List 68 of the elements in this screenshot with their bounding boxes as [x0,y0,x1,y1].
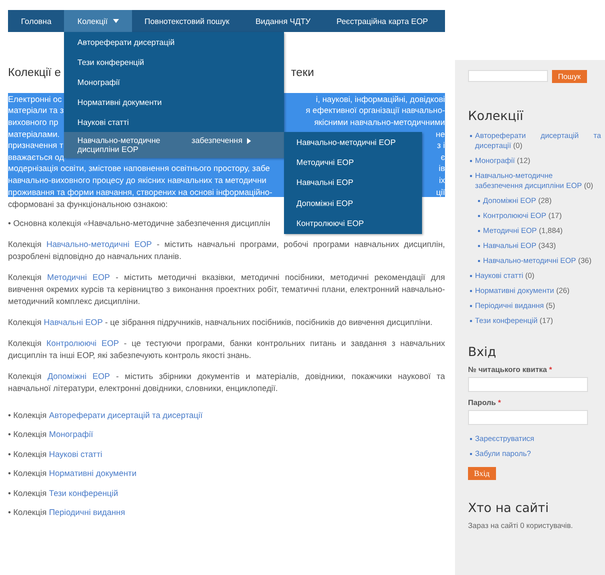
page-heading: теки [291,67,314,79]
paragraph-fragment: не [436,128,445,139]
paragraph-fragment: модернізація освіти, змістове наповнення освітнього простору, забе [8,163,270,174]
menu-item[interactable]: Нормативні документи [64,92,284,112]
paragraph-fragment: ів [438,163,445,174]
collection-link[interactable]: Контролюючі ЕОР [46,338,119,348]
nav-item[interactable]: Колекції [64,10,132,32]
login-button[interactable]: Вхід [468,467,496,480]
paragraph-fragment: матеріалами. [8,128,60,139]
section-heading: Колекції [468,108,524,123]
list-item: • Колекція Тези конференцій [8,486,120,499]
submenu-item[interactable]: Методичні ЕОР [284,152,422,173]
menu-item[interactable]: Навчально-методичне забезпечення дисципліни ЕОР [64,132,284,158]
list-item: • Основна колекція «Навчально-методичне забезпечення дисциплін [8,217,270,230]
paragraph-fragment: виховного пр [8,116,58,127]
submenu-item[interactable]: Навчально-методичні ЕОР [284,132,422,152]
paragraph-fragment: з і [437,140,445,150]
list-item: • Колекція Монографії [8,428,94,440]
nav-item[interactable]: Головна [8,10,64,32]
list-item: • Колекція Періодичні видання [8,506,126,518]
collection-link[interactable]: Наукові статті [48,448,102,459]
paragraph-fragment: навчально-виховного процесу до якісних навчальних та методични [8,174,266,185]
menu-item[interactable]: Наукові статті [64,112,284,132]
paragraph-fragment: і, наукові, інформаційні, довідкові [316,94,445,104]
collection-link[interactable]: Тези конференцій [48,488,118,498]
page-heading: Колекції е [8,67,61,79]
paragraph-fragment: проживання та форми навчання, створених на основі інформаційно- [8,186,272,197]
paragraph-fragment: вважається од [8,152,64,162]
submenu-item[interactable]: Навчальні ЕОР [284,172,422,194]
paragraph-fragment: матеріали та з [8,105,64,116]
input-field[interactable] [468,410,588,425]
collection-link[interactable]: Автореферати дисертацій та дисертації [48,410,203,420]
collection-link[interactable]: Періодичні видання [48,507,126,518]
paragraph-fragment: якісними навчально-методичними [314,116,445,127]
collection-link[interactable]: Методичні ЕОР [47,272,110,282]
nav-item[interactable]: Повнотекстовий пошук [132,10,242,32]
nav-item[interactable]: Реєстраційна карта ЕОР [323,10,442,32]
search-field[interactable] [468,70,548,82]
paragraph-fragment: ції [436,186,445,197]
paragraph: Колекція Допоміжні ЕОР - містить збірники документів и матеріалів, довідники, покажчики наукової та навчальної літератури, електронні довідники, словники, енциклопедії. [8,370,445,394]
menu-item[interactable]: Тези конференцій [64,52,284,72]
paragraph: сформовані за функціональною ознакою: [8,198,168,210]
paragraph: Колекція Методичні ЕОР - містить методичні вказівки, методичні посібники, методичні рекомендації для вивчення окремих курсів та керівництво з виконання проектних робіт, тематичні плани, електронний навчально-методичний комплекс дисципліни. [8,271,445,308]
collection-link[interactable]: Навчально-методичні ЕОР [46,239,152,250]
paragraph-fragment: я ефективної організації навчально- [306,105,445,116]
menu-item[interactable]: Автореферати дисертацій [64,32,284,52]
paragraph-fragment: призначення т [8,140,64,150]
list-item: • Колекція Автореферати дисертацій та дисертації [8,408,204,421]
collection-link[interactable]: Нормативні документи [48,468,136,478]
menu-item[interactable]: Монографії [64,72,284,92]
paragraph: Колекція Навчальні ЕОР - це зібрання підручників, навчальних посібників, посібників до вивчення дисципліни. [8,316,434,328]
collection-link[interactable]: Монографії [48,429,94,440]
paragraph: Колекція Контролюючі ЕОР - це тестуючи програми, банки контрольних питань и завдання з навчальних дисциплін та інші ЕОР, які забезпечують контроль якості знань. [8,337,445,362]
paragraph-fragment: іх [439,174,445,185]
nav-item[interactable]: Видання ЧДТУ [242,10,324,32]
arrow-right-icon [247,138,252,144]
collection-link[interactable]: Навчальні ЕОР [44,317,103,328]
submenu-item[interactable]: Контролюючі ЕОР [284,214,422,234]
paragraph-fragment: є [440,152,445,162]
section-heading: Хто на сайті [468,500,550,515]
input-field[interactable] [468,377,588,392]
paragraph-fragment: Електронні ос [8,94,62,104]
collection-link[interactable]: Допоміжні ЕОР [47,371,110,382]
submenu-item[interactable]: Допоміжні ЕОР [284,193,422,214]
paragraph: Колекція Навчально-методичні ЕОР - містить навчальні програми, робочі програми навчальних дисциплін, розроблені відповідно до навчальних планів. [8,238,445,262]
list-item: • Колекція Наукові статті [8,448,104,460]
list-item: • Колекція Нормативні документи [8,467,138,480]
section-heading: Вхід [468,344,498,359]
